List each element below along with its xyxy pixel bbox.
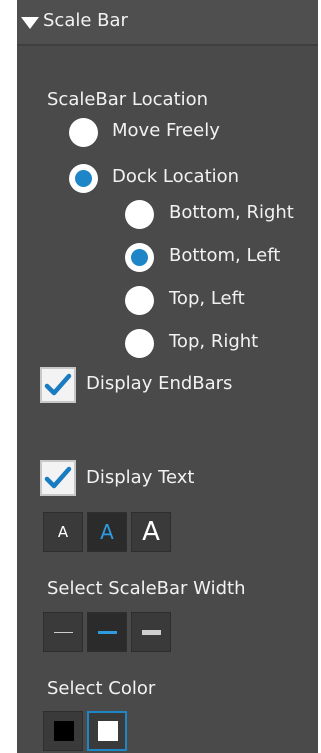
radio-move-freely-label[interactable]: Move Freely bbox=[112, 120, 220, 142]
radio-top-left-label[interactable]: Top, Left bbox=[169, 288, 245, 310]
medium-line-icon bbox=[97, 630, 117, 634]
text-size-medium-button[interactable]: A bbox=[87, 512, 127, 552]
radio-bottom-left-label[interactable]: Bottom, Left bbox=[169, 245, 280, 267]
radio-bottom-right[interactable] bbox=[125, 200, 154, 229]
thick-line-icon bbox=[141, 629, 161, 635]
width-thick-button[interactable] bbox=[131, 612, 171, 652]
width-heading: Select ScaleBar Width bbox=[47, 578, 246, 599]
location-heading: ScaleBar Location bbox=[47, 89, 209, 110]
display-text-label[interactable]: Display Text bbox=[86, 467, 194, 489]
checkmark-icon bbox=[44, 373, 72, 396]
text-size-small-button[interactable]: A bbox=[43, 512, 83, 552]
thin-line-icon bbox=[53, 631, 73, 633]
radio-dock-location[interactable] bbox=[69, 164, 98, 193]
color-heading: Select Color bbox=[47, 678, 156, 699]
black-color-square bbox=[54, 721, 74, 741]
width-medium-button[interactable] bbox=[87, 612, 127, 652]
scale-bar-panel: Scale Bar ScaleBar Location Move Freely … bbox=[17, 0, 318, 753]
radio-move-freely[interactable] bbox=[69, 118, 98, 147]
display-text-checkbox[interactable] bbox=[40, 460, 76, 496]
width-group bbox=[43, 612, 175, 652]
color-white-swatch[interactable] bbox=[87, 711, 127, 751]
width-thin-button[interactable] bbox=[43, 612, 83, 652]
radio-bottom-right-label[interactable]: Bottom, Right bbox=[169, 202, 294, 224]
checkmark-icon bbox=[44, 466, 72, 489]
text-size-large-button[interactable]: A bbox=[131, 512, 171, 552]
color-black-swatch[interactable] bbox=[43, 711, 83, 751]
radio-top-right-label[interactable]: Top, Right bbox=[169, 331, 258, 353]
radio-dock-location-label[interactable]: Dock Location bbox=[112, 166, 239, 188]
radio-top-right[interactable] bbox=[125, 329, 154, 358]
text-size-group: A A A bbox=[43, 512, 175, 552]
display-endbars-checkbox[interactable] bbox=[40, 367, 76, 403]
collapse-triangle-icon[interactable] bbox=[21, 17, 39, 29]
radio-top-left[interactable] bbox=[125, 286, 154, 315]
radio-bottom-left[interactable] bbox=[125, 243, 154, 272]
white-color-square bbox=[98, 721, 118, 741]
panel-header[interactable]: Scale Bar bbox=[17, 0, 318, 46]
display-endbars-label[interactable]: Display EndBars bbox=[86, 373, 232, 395]
panel-title: Scale Bar bbox=[43, 10, 128, 31]
